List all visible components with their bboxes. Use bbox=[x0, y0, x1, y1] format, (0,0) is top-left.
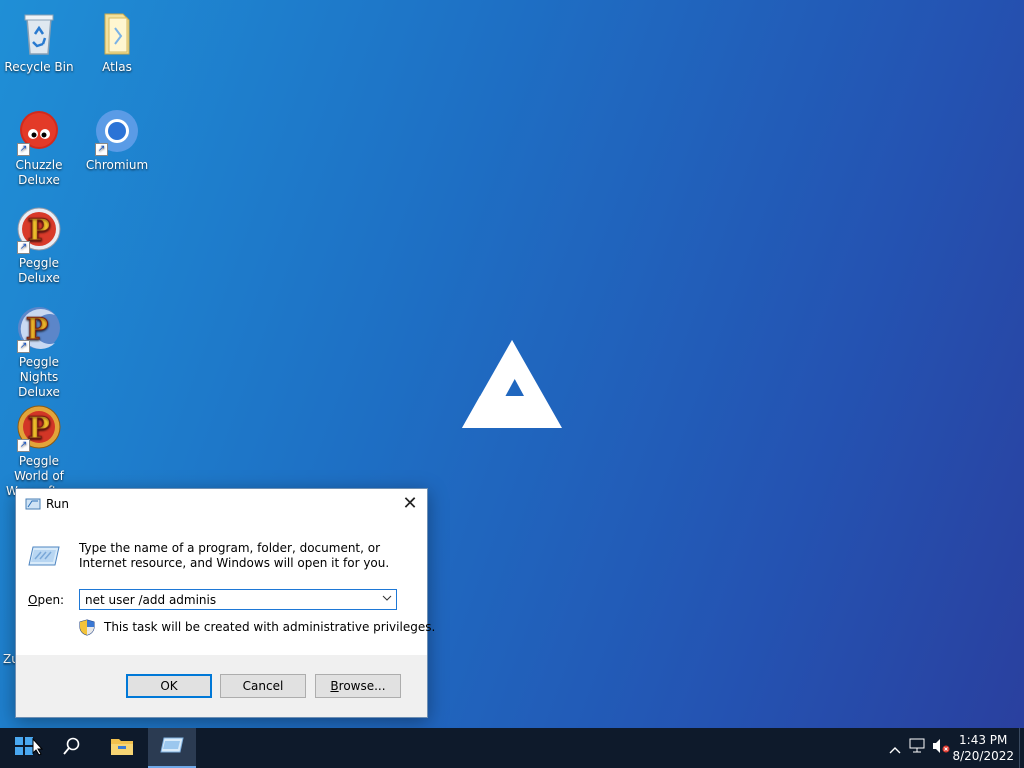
desktop-icon-atlas[interactable]: Atlas bbox=[78, 10, 156, 75]
search-button[interactable] bbox=[48, 728, 96, 768]
run-dialog: Run ✕ Type the name of a program, folder… bbox=[15, 488, 435, 718]
shortcut-arrow-icon: ↗ bbox=[17, 439, 30, 452]
network-icon bbox=[909, 738, 927, 758]
desktop-icon-label: Recycle Bin bbox=[4, 60, 74, 74]
desktop-icon-label: Chromium bbox=[85, 158, 149, 172]
run-description: Type the name of a program, folder, docu… bbox=[79, 541, 390, 570]
network-button[interactable] bbox=[906, 728, 930, 768]
browse-button[interactable]: Browse... bbox=[315, 674, 401, 698]
desktop-icon-label: Chuzzle Deluxe bbox=[15, 158, 63, 187]
desktop-icon-peggle-deluxe[interactable]: P ↗ Peggle Deluxe bbox=[0, 206, 78, 286]
volume-muted-icon bbox=[932, 738, 950, 758]
desktop-icon-peggle-nights-deluxe[interactable]: P ↗ Peggle Nights Deluxe bbox=[0, 305, 78, 400]
peggle-nights-icon: P ↗ bbox=[15, 305, 63, 353]
peggle-icon: P ↗ bbox=[15, 206, 63, 254]
svg-text:P: P bbox=[28, 411, 51, 446]
open-combobox[interactable] bbox=[79, 589, 397, 610]
recycle-bin-icon bbox=[15, 10, 63, 58]
shortcut-arrow-icon: ↗ bbox=[17, 241, 30, 254]
run-title-bar[interactable]: Run ✕ bbox=[16, 489, 427, 519]
start-button[interactable] bbox=[0, 728, 48, 768]
open-label: Open: bbox=[28, 593, 65, 607]
show-hidden-icons-button[interactable] bbox=[884, 728, 906, 768]
run-taskbar-button[interactable] bbox=[148, 728, 196, 768]
admin-note-text: This task will be created with administr… bbox=[104, 620, 436, 634]
folder-icon bbox=[110, 736, 134, 760]
close-icon: ✕ bbox=[402, 493, 418, 514]
desktop-icon-label: Atlas bbox=[102, 60, 132, 74]
atlas-logo bbox=[460, 338, 564, 434]
chevron-down-icon[interactable] bbox=[382, 592, 392, 605]
uac-shield-icon bbox=[79, 619, 95, 639]
run-title: Run bbox=[46, 497, 70, 511]
run-footer: OK Cancel Browse... bbox=[16, 655, 427, 717]
desktop-icon-chuzzle-deluxe[interactable]: ↗ Chuzzle Deluxe bbox=[0, 108, 78, 188]
clock-date: 8/20/2022 bbox=[952, 749, 1014, 763]
search-icon bbox=[63, 737, 81, 759]
windows-logo-icon bbox=[15, 737, 33, 759]
svg-text:P: P bbox=[28, 213, 51, 248]
peggle-wow-icon: P ↗ bbox=[15, 404, 63, 452]
close-button[interactable]: ✕ bbox=[393, 489, 427, 519]
clock-time: 1:43 PM bbox=[959, 733, 1008, 747]
chevron-up-icon bbox=[889, 739, 901, 758]
desktop-icon-label: Peggle Nights Deluxe bbox=[18, 355, 60, 399]
desktop-icon-recycle-bin[interactable]: Recycle Bin bbox=[0, 10, 78, 75]
desktop-icon-chromium[interactable]: ↗ Chromium bbox=[78, 108, 156, 173]
run-icon bbox=[160, 736, 184, 758]
shortcut-arrow-icon: ↗ bbox=[17, 143, 30, 156]
desktop-icon-label: Peggle Deluxe bbox=[18, 256, 60, 285]
desktop-icon-peggle-world-of-warcraft[interactable]: P ↗ Peggle World of Warcraft ... bbox=[0, 404, 78, 499]
clock[interactable]: 1:43 PM 8/20/2022 bbox=[952, 732, 1014, 764]
volume-button[interactable] bbox=[930, 728, 952, 768]
run-program-icon bbox=[28, 543, 60, 572]
shortcut-arrow-icon: ↗ bbox=[95, 143, 108, 156]
chromium-icon: ↗ bbox=[93, 108, 141, 156]
file-explorer-button[interactable] bbox=[98, 728, 146, 768]
ok-button[interactable]: OK bbox=[126, 674, 212, 698]
shortcut-arrow-icon: ↗ bbox=[17, 340, 30, 353]
taskbar: 1:43 PM 8/20/2022 bbox=[0, 728, 1024, 768]
mouse-cursor-icon bbox=[32, 737, 44, 760]
chuzzle-icon: ↗ bbox=[15, 108, 63, 156]
cancel-button[interactable]: Cancel bbox=[220, 674, 306, 698]
open-input[interactable] bbox=[80, 590, 386, 609]
run-icon bbox=[25, 497, 41, 514]
show-desktop-button[interactable] bbox=[1019, 728, 1024, 768]
folder-icon bbox=[93, 10, 141, 58]
